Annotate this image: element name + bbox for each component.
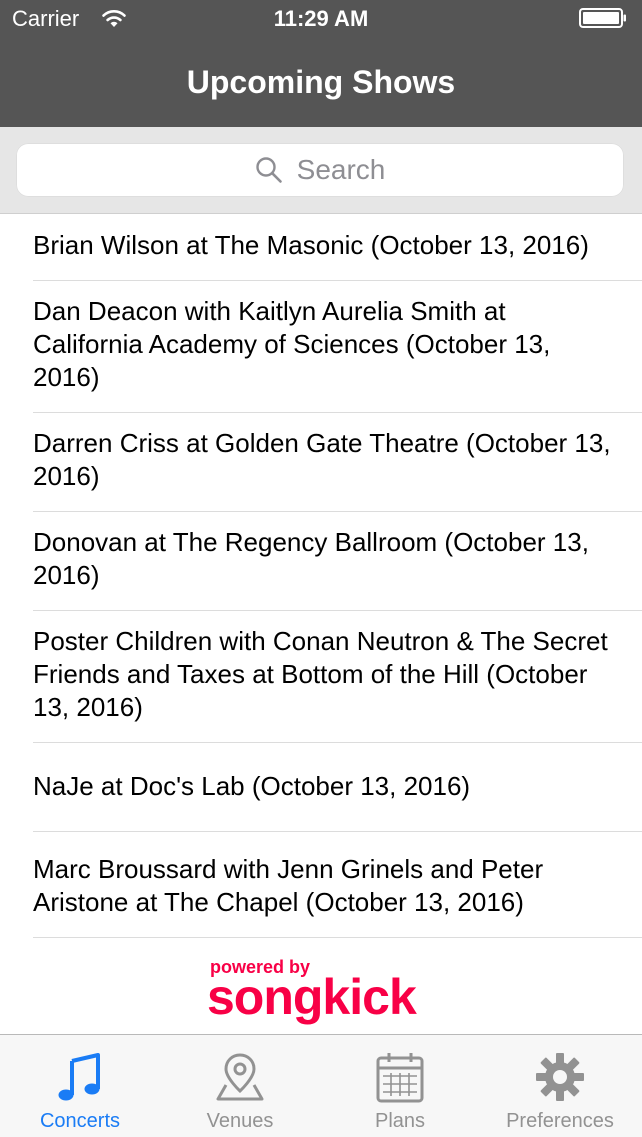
tab-concerts[interactable]: Concerts (0, 1035, 160, 1137)
search-bar: Search (0, 127, 642, 214)
tab-label: Preferences (506, 1110, 614, 1132)
songkick-logo: songkick (207, 969, 417, 1025)
gear-icon (536, 1053, 584, 1101)
list-item-label: Dan Deacon with Kaitlyn Aurelia Smith at… (33, 296, 551, 392)
row-divider (33, 937, 642, 938)
search-icon (255, 157, 282, 183)
app-header: Carrier 11:29 AM Upcoming Shows (0, 0, 642, 127)
tab-label: Plans (374, 1110, 426, 1132)
tab-preferences[interactable]: Preferences (480, 1035, 640, 1137)
list-item[interactable]: Darren Criss at Golden Gate Theatre (Oct… (0, 412, 642, 512)
list-item[interactable]: Donovan at The Regency Ballroom (October… (0, 511, 642, 611)
search-input[interactable]: Search (16, 143, 624, 197)
page-title: Upcoming Shows (186, 64, 456, 100)
list-item-label: Poster Children with Conan Neutron & The… (33, 626, 608, 722)
list-item[interactable]: Marc Broussard with Jenn Grinels and Pet… (0, 831, 642, 938)
map-pin-icon (216, 1053, 264, 1101)
music-note-icon (58, 1053, 100, 1101)
shows-list[interactable]: Brian Wilson at The Masonic (October 13,… (0, 214, 642, 958)
tab-label: Concerts (39, 1110, 121, 1132)
tab-plans[interactable]: Plans (320, 1035, 480, 1137)
tab-venues[interactable]: Venues (160, 1035, 320, 1137)
list-item-label: Darren Criss at Golden Gate Theatre (Oct… (33, 428, 611, 491)
songkick-attribution[interactable]: powered by songkick (0, 956, 642, 1034)
tab-label: Venues (206, 1110, 274, 1132)
search-placeholder: Search (296, 154, 386, 185)
list-item[interactable]: Brian Wilson at The Masonic (October 13,… (0, 214, 642, 281)
list-item[interactable]: NaJe at Doc's Lab (October 13, 2016) (0, 742, 642, 832)
list-item-label: Donovan at The Regency Ballroom (October… (33, 527, 589, 590)
list-item-label: NaJe at Doc's Lab (October 13, 2016) (33, 771, 471, 801)
clock-label: 11:29 AM (273, 6, 369, 31)
list-item[interactable]: Poster Children with Conan Neutron & The… (0, 610, 642, 743)
list-item-label: Marc Broussard with Jenn Grinels and Pet… (33, 854, 544, 917)
list-item-label: Brian Wilson at The Masonic (October 13,… (33, 230, 589, 260)
status-bar: Carrier 11:29 AM (0, 0, 642, 40)
tab-bar: Concerts Venues Plans Preferences (0, 1034, 642, 1137)
battery-icon (579, 8, 626, 28)
calendar-icon (376, 1053, 424, 1103)
list-item[interactable]: Dan Deacon with Kaitlyn Aurelia Smith at… (0, 280, 642, 413)
